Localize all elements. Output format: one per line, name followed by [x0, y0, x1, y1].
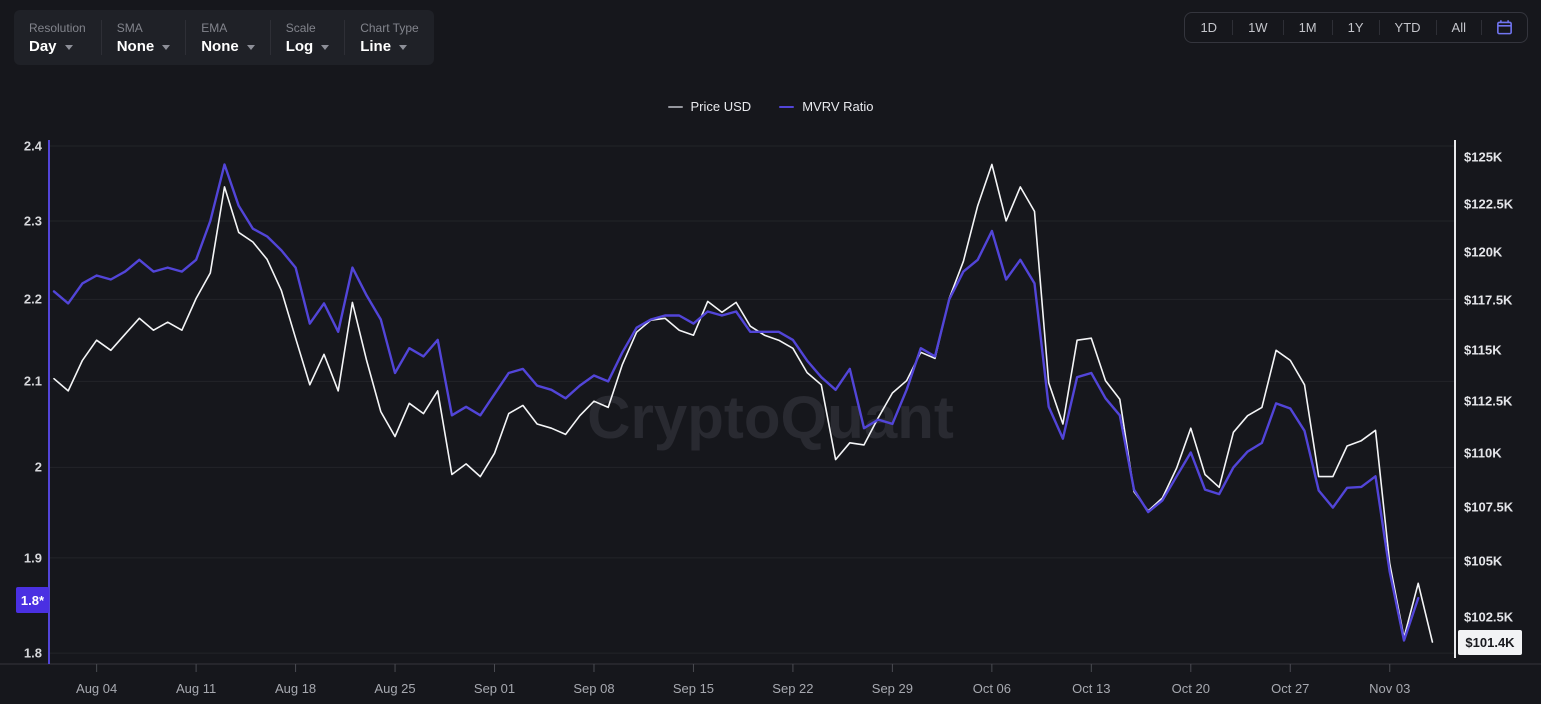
left-axis-tick-label: 2.1: [0, 374, 42, 389]
x-axis-tick-label: Sep 29: [872, 681, 913, 696]
mvrv-current-value-badge: 1.8*: [16, 587, 49, 613]
left-axis-tick-label: 1.9: [0, 550, 42, 565]
x-axis-tick-label: Oct 27: [1271, 681, 1309, 696]
x-axis-tick-label: Nov 03: [1369, 681, 1410, 696]
x-axis-tick-label: Sep 15: [673, 681, 714, 696]
right-axis-tick-label: $107.5K: [1464, 499, 1513, 514]
x-axis-tick-label: Oct 20: [1172, 681, 1210, 696]
right-axis-tick-label: $122.5K: [1464, 196, 1513, 211]
mvrv-ratio-line: [54, 165, 1418, 641]
x-axis-tick-label: Aug 25: [374, 681, 415, 696]
chart-canvas[interactable]: [0, 0, 1541, 704]
x-axis-tick-label: Aug 11: [176, 681, 216, 696]
price-current-value-badge: $101.4K: [1458, 630, 1522, 655]
right-axis-tick-label: $112.5K: [1464, 394, 1512, 409]
right-axis-tick-label: $117.5K: [1464, 293, 1512, 308]
x-axis-tick-label: Sep 01: [474, 681, 515, 696]
left-axis-tick-label: 2.3: [0, 214, 42, 229]
right-axis-tick-label: $125K: [1464, 150, 1502, 165]
x-axis-tick-label: Oct 06: [973, 681, 1011, 696]
left-axis-tick-label: 1.8: [0, 646, 42, 661]
left-axis-tick-label: 2.2: [0, 292, 42, 307]
right-axis-tick-label: $105K: [1464, 554, 1502, 569]
x-axis-tick-label: Sep 08: [573, 681, 614, 696]
x-axis-tick-label: Oct 13: [1072, 681, 1110, 696]
x-axis-tick-label: Aug 04: [76, 681, 117, 696]
right-axis-tick-label: $110K: [1464, 446, 1502, 461]
price-usd-line: [54, 164, 1432, 642]
right-axis-tick-label: $115K: [1464, 343, 1502, 358]
x-axis-tick-label: Sep 22: [772, 681, 813, 696]
left-axis-tick-label: 2.4: [0, 139, 42, 154]
x-axis-tick-label: Aug 18: [275, 681, 316, 696]
right-axis-tick-label: $102.5K: [1464, 610, 1513, 625]
left-axis-tick-label: 2: [0, 460, 42, 475]
right-axis-tick-label: $120K: [1464, 244, 1502, 259]
